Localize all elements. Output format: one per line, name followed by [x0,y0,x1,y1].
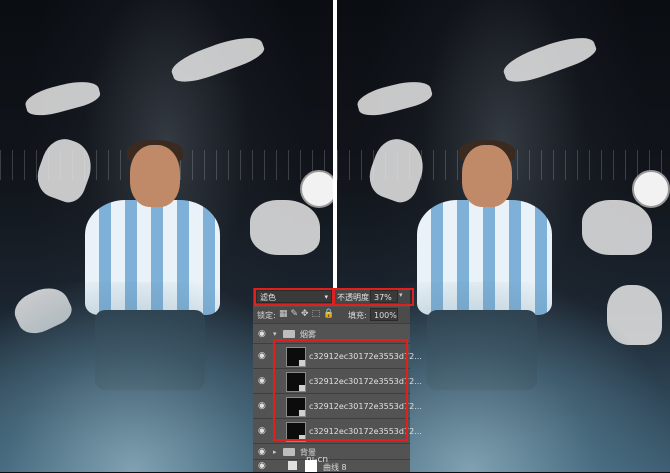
head [462,145,512,207]
head [130,145,180,207]
fill-label: 填充: [348,311,367,320]
chevron-down-icon: ▾ [324,293,328,301]
chevron-down-icon[interactable]: ▾ [399,291,403,299]
fill-field[interactable]: 100% [370,308,398,321]
layers-panel: 滤色 ▾ 不透明度: 37% ▾ 锁定: ▦✎✥⬚🔒 填充: 100% ◉ ▾ … [253,288,422,472]
curves-icon [288,461,297,470]
eye-icon[interactable]: ◉ [258,329,266,339]
layer-thumbnail [286,397,306,417]
chevron-down-icon[interactable]: ▾ [273,330,277,338]
lock-row: 锁定: ▦✎✥⬚🔒 填充: 100% [253,307,410,323]
opacity-field[interactable]: 37% [370,290,398,303]
opacity-label: 不透明度: [337,293,372,302]
blend-mode-select[interactable]: 滤色 ▾ [256,290,332,303]
layer-name: c32912ec30172e3553d72... [309,427,422,436]
watermark: ni-cn [306,455,329,465]
layer-row[interactable]: ◉ c32912ec30172e3553d72... [253,418,422,443]
adjustment-layer-row[interactable]: ◉ 曲线 8 [253,459,410,472]
group-name: 烟雾 [300,330,316,339]
layer-thumbnail [286,422,306,442]
folder-icon [283,448,295,456]
player-silhouette [250,200,320,255]
layer-thumbnail [286,347,306,367]
link-icon [299,435,305,441]
layer-name: c32912ec30172e3553d72... [309,402,422,411]
layer-thumbnail [286,372,306,392]
eye-icon[interactable]: ◉ [258,351,266,361]
football [300,170,333,208]
blend-mode-value: 滤色 [260,293,276,302]
eye-icon[interactable]: ◉ [258,401,266,411]
blend-row: 滤色 ▾ 不透明度: 37% ▾ [253,288,410,306]
player-silhouette [582,200,652,255]
eye-icon[interactable]: ◉ [258,461,266,471]
layer-group-row[interactable]: ◉ ▸ 背景 [253,443,410,459]
layer-group-row[interactable]: ◉ ▾ 烟雾 [253,323,410,343]
player-silhouette [354,75,435,121]
link-icon [299,410,305,416]
layer-name: c32912ec30172e3553d72... [309,377,422,386]
player-silhouette [168,29,267,89]
player-silhouette [22,75,103,121]
eye-icon[interactable]: ◉ [258,376,266,386]
layer-name: c32912ec30172e3553d72... [309,352,422,361]
football [632,170,670,208]
eye-icon[interactable]: ◉ [258,426,266,436]
layer-row[interactable]: ◉ c32912ec30172e3553d72... [253,368,422,393]
layer-row[interactable]: ◉ c32912ec30172e3553d72... [253,343,422,368]
layer-row[interactable]: ◉ c32912ec30172e3553d72... [253,393,422,418]
chevron-right-icon[interactable]: ▸ [273,448,277,456]
link-icon [299,385,305,391]
player-silhouette [500,29,599,89]
lock-options-icons[interactable]: ▦✎✥⬚🔒 [279,309,337,319]
eye-icon[interactable]: ◉ [258,447,266,457]
lock-label: 锁定: [257,311,276,320]
folder-icon [283,330,295,338]
link-icon [299,360,305,366]
